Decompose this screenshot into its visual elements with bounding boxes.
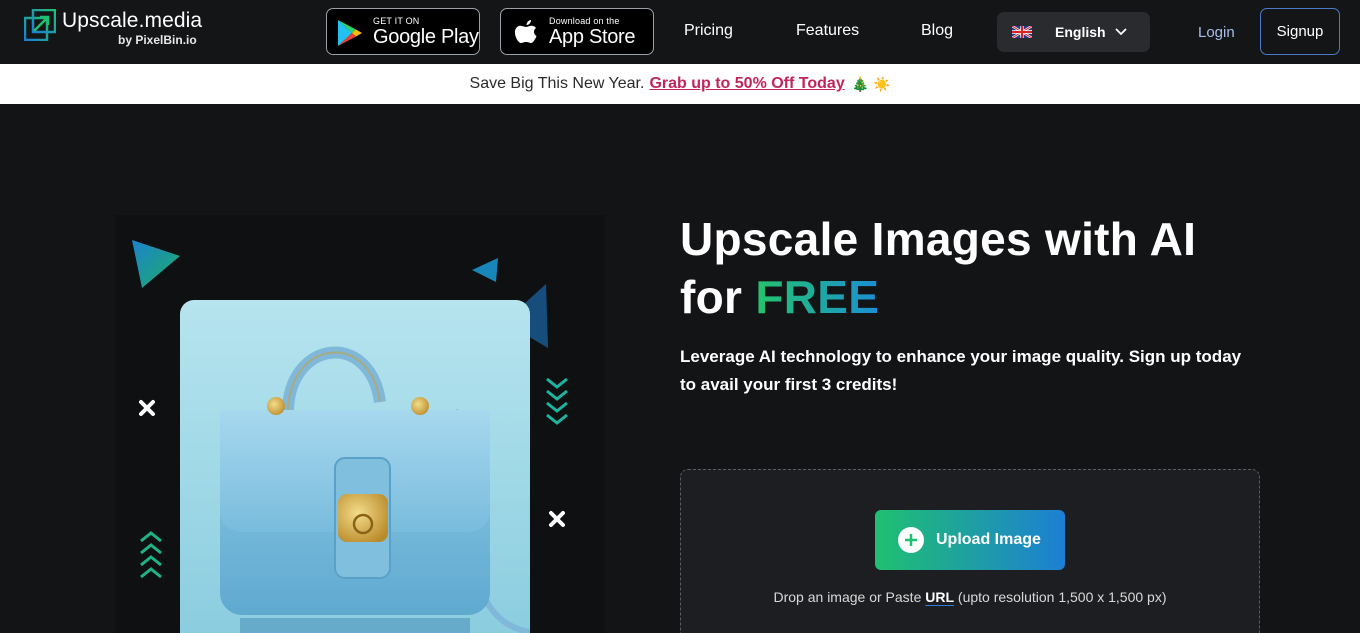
drop-prefix: Drop an image or Paste: [773, 589, 922, 605]
chevron-down-icon: [1115, 28, 1127, 36]
drop-instructions: Drop an image or Paste URL (upto resolut…: [680, 589, 1260, 605]
promo-banner: Save Big This New Year. Grab up to 50% O…: [0, 64, 1360, 104]
google-play-button[interactable]: GET IT ON Google Play: [326, 8, 480, 55]
google-play-label: Google Play: [373, 26, 479, 48]
language-selector[interactable]: English: [997, 12, 1150, 52]
promo-text: Save Big This New Year.: [469, 75, 645, 92]
handbag-image: [180, 300, 530, 633]
language-label: English: [1055, 24, 1106, 40]
hero-title: Upscale Images with AI for FREE: [680, 210, 1196, 326]
google-play-icon: [338, 20, 362, 46]
google-play-small: GET IT ON: [373, 16, 420, 26]
upload-image-label: Upload Image: [936, 531, 1041, 548]
app-store-label: App Store: [549, 26, 636, 48]
app-store-small: Download on the: [549, 16, 620, 26]
brand-byline: by PixelBin.io: [118, 33, 197, 47]
paste-url-link[interactable]: URL: [925, 589, 954, 605]
upload-image-button[interactable]: Upload Image: [875, 510, 1065, 570]
promo-link[interactable]: Grab up to 50% Off Today: [649, 75, 844, 93]
nav-blog[interactable]: Blog: [921, 22, 953, 40]
signup-button[interactable]: Signup: [1260, 8, 1340, 55]
drop-suffix: (upto resolution 1,500 x 1,500 px): [957, 589, 1167, 605]
sparkle-icon: [139, 400, 155, 416]
hero-title-line1: Upscale Images with AI: [680, 213, 1197, 265]
uk-flag-icon: [1012, 26, 1032, 38]
brand-logo[interactable]: Upscale.media by PixelBin.io: [23, 8, 203, 47]
chevrons-down-icon: [546, 377, 568, 425]
upscale-logo-icon: [23, 8, 57, 42]
top-nav: Upscale.media by PixelBin.io GET IT ON G…: [0, 0, 1360, 64]
small-triangle-icon: [472, 258, 498, 282]
app-store-button[interactable]: Download on the App Store: [500, 8, 654, 55]
apple-icon: [514, 20, 537, 43]
promo-emoji: 🎄 ☀️: [851, 75, 891, 92]
hero-subtitle: Leverage AI technology to enhance your i…: [680, 347, 1242, 394]
blue-triangle-icon: [132, 240, 180, 288]
hero-title-free: FREE: [755, 271, 880, 323]
hero-title-for: for: [680, 271, 743, 323]
nav-pricing[interactable]: Pricing: [684, 22, 733, 40]
login-link[interactable]: Login: [1198, 24, 1235, 41]
brand-name: Upscale.media: [62, 9, 203, 32]
nav-features[interactable]: Features: [796, 22, 859, 40]
chevrons-up-icon: [140, 531, 162, 579]
sparkle-icon: [549, 511, 565, 527]
plus-icon: [898, 527, 924, 553]
